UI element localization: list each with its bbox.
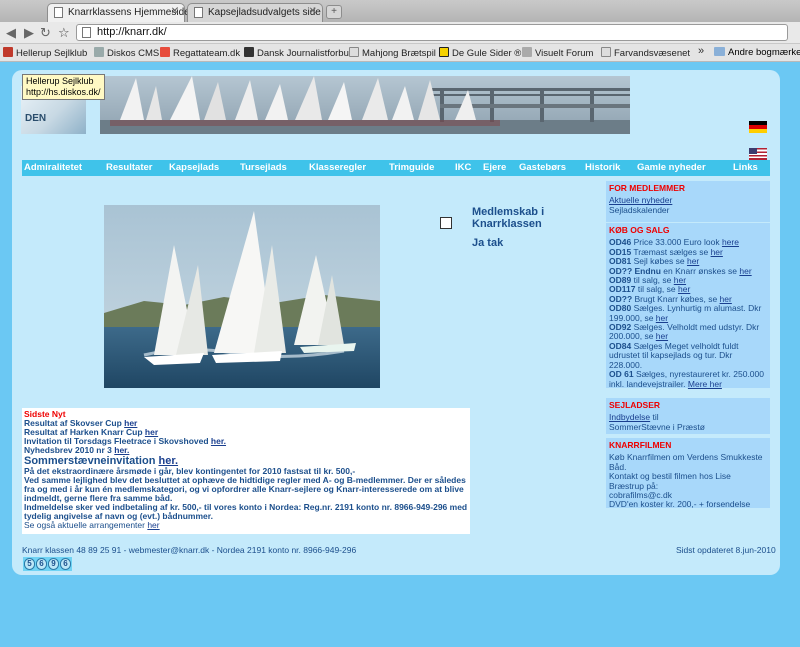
page-content: DEN Hellerup Sejlklub http://hs.diskos.d…	[12, 70, 780, 575]
forward-icon[interactable]: ▶	[24, 25, 34, 41]
bookmark-item[interactable]: De Gule Sider ®	[439, 47, 521, 59]
browser-tab-bar: Knarrklassens Hjemmeside ✕ Kapsejladsudv…	[0, 0, 800, 22]
listing-text: Sælges. Velholdt med udstyr. Dkr 200.000…	[609, 322, 760, 342]
sale-listing: OD80 Sælges. Lynhurtig m alumast. Dkr 19…	[609, 303, 767, 323]
german-flag-icon[interactable]	[749, 121, 767, 133]
bookmark-favicon-icon	[349, 47, 359, 57]
sailing-calendar-link[interactable]: Sejladskalender	[609, 205, 767, 215]
film-box-title: KNARRFILMEN	[609, 440, 672, 450]
counter-digit: 5	[24, 558, 35, 570]
counter-digit: 6	[60, 558, 71, 570]
nav-item-kapsejlads[interactable]: Kapsejlads	[169, 162, 219, 173]
sailing-event-text: SommerStævne i Præstø	[609, 421, 705, 432]
browser-tab-active[interactable]: Knarrklassens Hjemmeside ✕	[47, 3, 190, 22]
document-icon	[194, 7, 203, 18]
document-icon	[54, 7, 63, 18]
nav-item-admiralitetet[interactable]: Admiralitetet	[24, 162, 82, 173]
news-paragraph: Indmeldelse sker ved indbetaling af kr. …	[24, 502, 468, 521]
news-panel: Sidste Nyt Resultat af Skovser Cup her R…	[22, 408, 470, 534]
main-navigation: Admiralitetet Resultater Kapsejlads Turs…	[22, 160, 770, 176]
more-bookmarks-icon[interactable]: »	[698, 45, 704, 57]
address-bar[interactable]: http://knarr.dk/	[76, 24, 788, 41]
buy-sell-box: KØB OG SALG OD46 Price 33.000 Euro look …	[606, 223, 770, 388]
reload-icon[interactable]: ↻	[40, 25, 51, 41]
sailing-box-title: SEJLADSER	[609, 400, 661, 410]
visitor-counter: 5 6 9 6	[23, 557, 72, 571]
bookmark-favicon-icon	[439, 47, 449, 57]
news-link[interactable]: her.	[211, 436, 226, 446]
header-banner-image	[100, 76, 630, 134]
sale-listing: OD92 Sælges. Velholdt med udstyr. Dkr 20…	[609, 322, 767, 342]
bookmark-favicon-icon	[244, 47, 254, 57]
bookmark-star-icon[interactable]: ☆	[58, 25, 70, 41]
counter-digit: 6	[36, 558, 47, 570]
url-text: http://knarr.dk/	[97, 26, 167, 38]
membership-yes-link[interactable]: Ja tak	[472, 237, 503, 249]
other-bookmarks-folder[interactable]: Andre bogmærker	[714, 47, 800, 58]
bookmark-item[interactable]: Mahjong Brætspil	[349, 47, 436, 59]
back-icon[interactable]: ◀	[6, 25, 16, 41]
sale-listing: OD 61 Sælges, nyrestaureret kr. 250.000 …	[609, 369, 767, 389]
nav-item-gastebors[interactable]: Gastebørs	[519, 162, 566, 173]
nav-item-links[interactable]: Links	[733, 162, 758, 173]
bookmark-favicon-icon	[94, 47, 104, 57]
nav-item-klasseregler[interactable]: Klasseregler	[309, 162, 366, 173]
invitation-link[interactable]: Indbydelse	[609, 412, 650, 422]
membership-checkbox[interactable]	[440, 217, 452, 229]
bookmark-favicon-icon	[160, 47, 170, 57]
link-tooltip: Hellerup Sejlklub http://hs.diskos.dk/	[22, 74, 105, 100]
bookmark-item[interactable]: Farvandsvæsenet	[601, 47, 690, 59]
folder-icon	[714, 47, 725, 56]
nav-item-historik[interactable]: Historik	[585, 162, 620, 173]
nav-item-resultater[interactable]: Resultater	[106, 162, 152, 173]
bookmark-item[interactable]: Visuelt Forum	[522, 47, 593, 59]
membership-title[interactable]: Medlemskab i Knarrklassen	[472, 206, 544, 230]
bookmark-favicon-icon	[522, 47, 532, 57]
listing-link[interactable]: Mere her	[688, 379, 722, 389]
listing-link[interactable]: her	[711, 247, 723, 257]
listing-link[interactable]: here	[722, 237, 739, 247]
news-link[interactable]: her.	[114, 445, 129, 455]
bookmark-item[interactable]: Dansk Journalistforbu	[244, 47, 349, 59]
listing-link[interactable]: her	[739, 266, 751, 276]
bookmark-item[interactable]: Regattateam.dk	[160, 47, 240, 59]
close-tab-icon[interactable]: ✕	[309, 6, 317, 17]
news-paragraph: Ved samme lejlighed blev det besluttet a…	[24, 475, 466, 503]
nav-item-trimguide[interactable]: Trimguide	[389, 162, 434, 173]
nav-item-gamle-nyheder[interactable]: Gamle nyheder	[637, 162, 706, 173]
bookmark-favicon-icon	[601, 47, 611, 57]
bookmark-item[interactable]: Hellerup Sejlklub	[3, 47, 87, 59]
nav-item-ejere[interactable]: Ejere	[483, 162, 506, 173]
footer-contact: Knarr klassen 48 89 25 91 - webmester@kn…	[22, 545, 357, 555]
members-box: FOR MEDLEMMER Aktuelle nyheder Sejladska…	[606, 181, 770, 222]
bookmark-favicon-icon	[3, 47, 13, 57]
new-tab-button[interactable]: +	[326, 5, 342, 19]
us-flag-icon[interactable]	[749, 148, 767, 160]
knarr-film-box: KNARRFILMEN Køb Knarrfilmen om Verdens S…	[606, 438, 770, 509]
browser-toolbar: ◀ ▶ ↻ ☆ http://knarr.dk/	[0, 22, 800, 44]
nav-item-tursejlads[interactable]: Tursejlads	[240, 162, 287, 173]
tab-title: Kapsejladsudvalgets side	[208, 7, 321, 18]
nav-item-ikc[interactable]: IKC	[455, 162, 471, 173]
sailing-box: SEJLADSER Indbydelse til SommerStævne i …	[606, 398, 770, 434]
buy-sell-title: KØB OG SALG	[609, 225, 670, 235]
bookmarks-bar: Hellerup Sejlklub Diskos CMS Regattateam…	[0, 44, 800, 62]
sale-listing: OD84 Sælges Meget velholdt fuldt udruste…	[609, 341, 767, 370]
browser-tab[interactable]: Kapsejladsudvalgets side ✕	[187, 3, 323, 22]
members-box-title: FOR MEDLEMMER	[609, 183, 686, 193]
members-news-link[interactable]: Aktuelle nyheder	[609, 195, 672, 205]
close-tab-icon[interactable]: ✕	[171, 6, 179, 17]
bookmark-item[interactable]: Diskos CMS	[94, 47, 159, 59]
logo-text: DEN	[25, 113, 47, 124]
page-icon	[82, 27, 91, 38]
sailing-boats-photo	[104, 205, 380, 388]
listing-text: Sælges. Lynhurtig m alumast. Dkr 199.000…	[609, 303, 762, 323]
news-link[interactable]: her	[147, 520, 159, 530]
counter-digit: 9	[48, 558, 59, 570]
footer-updated: Sidst opdateret 8.jun-2010	[676, 545, 776, 555]
